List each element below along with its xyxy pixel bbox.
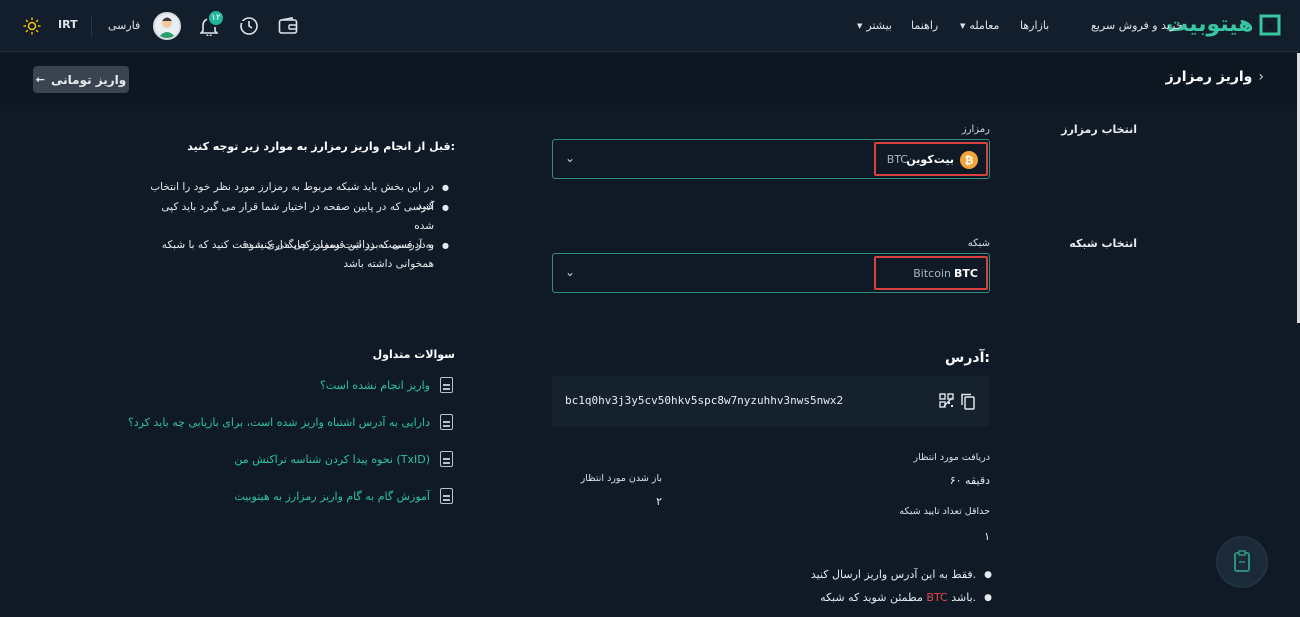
faq-item[interactable]: آموزش گام به گام واریز رمزارز به هیتوبیت [234, 488, 453, 504]
copy-icon[interactable] [960, 392, 976, 410]
warning-item: فقط به این آدرس واریز ارسال کنید. ● [811, 568, 992, 581]
note-item: به آدرسی که در این قسمت کپی می کنید دقت … [149, 236, 449, 274]
nav-trade-label: معامله [969, 19, 1000, 32]
nav-more[interactable]: ▼ بیشتر [857, 19, 892, 32]
document-icon [440, 414, 453, 430]
faq-link[interactable]: نحوه پیدا کردن شناسه تراکنش من (TxID) [234, 453, 430, 466]
crypto-selected-value: ₿ بیت‌کوین BTC [874, 142, 988, 176]
network-selected-value: BTC Bitcoin [874, 256, 988, 290]
faq-item[interactable]: نحوه پیدا کردن شناسه تراکنش من (TxID) [234, 451, 453, 467]
document-icon [440, 488, 453, 504]
chevron-down-icon: ⌄ [565, 265, 576, 279]
note-text: به آدرسی که در این قسمت کپی می کنید دقت … [162, 236, 434, 274]
back-link[interactable]: واریز رمزارز › [1166, 69, 1264, 85]
expected-receive-value: ۶۰ دقیقه [949, 474, 990, 487]
crypto-select[interactable]: ⌄ ₿ بیت‌کوین BTC [552, 139, 990, 179]
nav-quick-trade[interactable]: خرید و فروش سریع [1091, 19, 1183, 32]
select-network-label: انتخاب شبکه [1069, 237, 1137, 250]
warning-text: مطمئن شوید که شبکه BTC باشد. [820, 591, 976, 604]
warning-item: مطمئن شوید که شبکه BTC باشد. ● [820, 591, 992, 604]
warning-text: فقط به این آدرس واریز ارسال کنید. [810, 568, 977, 581]
faq-title: سوالات متداول [372, 348, 455, 361]
toman-deposit-label: واریز تومانی [50, 72, 127, 87]
note-line: آدرسی که در پایین صفحه در اختیار شما قرا… [161, 201, 435, 232]
chevron-right-icon: › [1258, 69, 1264, 85]
sun-icon[interactable] [22, 16, 42, 36]
divider [91, 15, 92, 37]
warning-suffix: باشد. [951, 591, 977, 604]
network-field-label: شبکه [967, 238, 990, 249]
network-select[interactable]: ⌄ BTC Bitcoin [552, 253, 990, 293]
network-name: Bitcoin [913, 267, 951, 280]
warning-prefix: مطمئن شوید که شبکه [820, 591, 923, 604]
notification-badge: ۱۲ [207, 9, 225, 27]
support-chat-button[interactable] [1218, 538, 1266, 586]
arrow-left-icon: ← [35, 73, 45, 86]
nav-markets[interactable]: بازارها [1020, 19, 1049, 32]
wallet-icon[interactable] [276, 15, 300, 37]
nav-guide[interactable]: راهنما [911, 19, 938, 32]
nav-more-label: بیشتر [866, 19, 892, 32]
logo-icon [1259, 14, 1281, 35]
deposit-address[interactable]: bc1q0hv3j3y5cv50hkv5spc8w7nyzuhhv3nws5nw… [565, 394, 843, 407]
notes-title: قبل از انجام واریز رمزارز به موارد زیر ت… [187, 140, 455, 153]
page-header: واریز رمزارز › ← واریز تومانی [0, 53, 1300, 105]
expected-unlock-value: ۲ [656, 495, 662, 508]
nav-trade[interactable]: ▼ معامله [960, 19, 999, 32]
bitcoin-icon: ₿ [960, 151, 978, 169]
language-selector[interactable]: فارسی [108, 19, 140, 32]
chevron-down-icon: ▼ [960, 21, 966, 30]
faq-link[interactable]: واریز انجام نشده است؟ [320, 379, 430, 392]
chevron-down-icon: ▼ [857, 21, 863, 30]
min-confirmations-value: ۱ [984, 530, 990, 543]
network-highlight: BTC [926, 591, 948, 604]
document-icon [440, 377, 453, 393]
faq-link[interactable]: آموزش گام به گام واریز رمزارز به هیتوبیت [234, 490, 430, 503]
logo[interactable]: هیتوبیت [1166, 12, 1282, 37]
note-line: همخوانی داشته باشد [343, 258, 435, 270]
crypto-field-label: رمزارز [961, 124, 990, 135]
history-icon[interactable] [238, 15, 260, 37]
expected-receive-label: دریافت مورد انتظار [913, 452, 990, 463]
faq-link[interactable]: دارایی به آدرس اشتباه واریز شده است، برا… [128, 416, 430, 429]
address-title: آدرس: [945, 350, 990, 366]
faq-item[interactable]: دارایی به آدرس اشتباه واریز شده است، برا… [128, 414, 453, 430]
note-line: به آدرسی که در این قسمت کپی می کنید دقت … [161, 239, 435, 251]
crypto-name: بیت‌کوین [906, 153, 954, 166]
faq-item[interactable]: واریز انجام نشده است؟ [320, 377, 453, 393]
support-logo-icon [1234, 550, 1250, 572]
page-title: واریز رمزارز [1165, 69, 1253, 85]
currency-selector[interactable]: IRT [58, 18, 78, 31]
expected-unlock-label: باز شدن مورد انتظار [580, 473, 662, 484]
qr-code-icon[interactable] [938, 392, 954, 408]
toman-deposit-button[interactable]: ← واریز تومانی [33, 66, 129, 93]
select-crypto-label: انتخاب رمزارز [1061, 123, 1137, 136]
min-confirmations-label: حداقل تعداد تایید شبکه [899, 506, 990, 517]
bullet: ● [984, 592, 992, 603]
chevron-down-icon: ⌄ [565, 151, 576, 165]
bullet: ● [984, 569, 992, 580]
top-navbar: هیتوبیت خرید و فروش سریع بازارها ▼ معامل… [0, 0, 1300, 52]
network-symbol: BTC [954, 267, 978, 280]
avatar[interactable] [153, 12, 181, 40]
bullet: ● [442, 241, 449, 250]
crypto-symbol: BTC [886, 153, 908, 166]
document-icon [440, 451, 453, 467]
address-box: bc1q0hv3j3y5cv50hkv5spc8w7nyzuhhv3nws5nw… [552, 376, 990, 427]
